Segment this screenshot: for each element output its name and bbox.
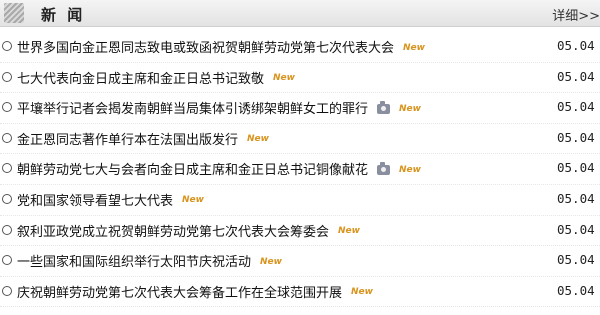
news-item[interactable]: 庆祝朝鲜劳动党第七次代表大会筹备工作在全球范围开展 New 05.04 bbox=[0, 277, 600, 308]
bullet-icon bbox=[2, 285, 12, 296]
bullet-icon bbox=[2, 224, 12, 235]
news-date: 05.04 bbox=[557, 190, 595, 206]
news-date: 05.04 bbox=[557, 282, 595, 298]
news-link[interactable]: 朝鲜劳动党七大与会者向金日成主席和金正日总书记铜像献花 bbox=[17, 163, 368, 178]
news-date: 05.04 bbox=[557, 38, 595, 53]
news-date: 05.04 bbox=[557, 99, 595, 115]
bullet-icon bbox=[2, 255, 12, 266]
section-title: 新 闻 bbox=[41, 6, 86, 24]
news-link[interactable]: 党和国家领导看望七大代表 bbox=[17, 194, 173, 209]
news-list: 世界多国向金正恩同志致电或致函祝贺朝鲜劳动党第七次代表大会 New 05.04 七… bbox=[0, 32, 600, 308]
news-item[interactable]: 七大代表向金日成主席和金正日总书记致敬 New 05.04 bbox=[0, 63, 600, 94]
news-date: 05.04 bbox=[557, 160, 595, 176]
news-link[interactable]: 平壤举行记者会揭发南朝鲜当局集体引诱绑架朝鲜女工的罪行 bbox=[17, 102, 368, 117]
new-badge: New bbox=[247, 134, 269, 145]
news-date: 05.04 bbox=[557, 221, 595, 237]
bullet-icon bbox=[2, 132, 12, 143]
news-item[interactable]: 一些国家和国际组织举行太阳节庆祝活动 New 05.04 bbox=[0, 246, 600, 277]
more-link[interactable]: 详细>> bbox=[552, 5, 600, 24]
news-link[interactable]: 七大代表向金日成主席和金正日总书记致敬 bbox=[17, 72, 264, 87]
news-header: 新 闻 详细>> bbox=[0, 0, 600, 27]
news-item[interactable]: 金正恩同志著作单行本在法国出版发行 New 05.04 bbox=[0, 124, 600, 155]
new-badge: New bbox=[399, 164, 421, 175]
new-badge: New bbox=[338, 226, 360, 237]
news-link[interactable]: 世界多国向金正恩同志致电或致函祝贺朝鲜劳动党第七次代表大会 bbox=[17, 41, 394, 56]
news-link[interactable]: 叙利亚政党成立祝贺朝鲜劳动党第七次代表大会筹委会 bbox=[17, 225, 329, 240]
news-date: 05.04 bbox=[557, 68, 595, 84]
news-item[interactable]: 平壤举行记者会揭发南朝鲜当局集体引诱绑架朝鲜女工的罪行 New 05.04 bbox=[0, 93, 600, 124]
section-logo-icon bbox=[4, 3, 24, 23]
bullet-icon bbox=[2, 163, 12, 174]
news-item[interactable]: 党和国家领导看望七大代表 New 05.04 bbox=[0, 185, 600, 216]
news-link[interactable]: 庆祝朝鲜劳动党第七次代表大会筹备工作在全球范围开展 bbox=[17, 286, 342, 301]
news-date: 05.04 bbox=[557, 129, 595, 145]
new-badge: New bbox=[273, 73, 295, 84]
new-badge: New bbox=[399, 103, 421, 114]
news-date: 05.04 bbox=[557, 252, 595, 268]
bullet-icon bbox=[2, 102, 12, 113]
new-badge: New bbox=[403, 42, 425, 53]
news-item[interactable]: 世界多国向金正恩同志致电或致函祝贺朝鲜劳动党第七次代表大会 New 05.04 bbox=[0, 32, 600, 63]
news-link[interactable]: 一些国家和国际组织举行太阳节庆祝活动 bbox=[17, 255, 251, 270]
camera-icon bbox=[377, 100, 391, 114]
bullet-icon bbox=[2, 41, 12, 51]
news-link[interactable]: 金正恩同志著作单行本在法国出版发行 bbox=[17, 133, 238, 148]
new-badge: New bbox=[351, 287, 373, 298]
news-item[interactable]: 朝鲜劳动党七大与会者向金日成主席和金正日总书记铜像献花 New 05.04 bbox=[0, 154, 600, 185]
news-item[interactable]: 叙利亚政党成立祝贺朝鲜劳动党第七次代表大会筹委会 New 05.04 bbox=[0, 216, 600, 247]
bullet-icon bbox=[2, 193, 12, 204]
bullet-icon bbox=[2, 71, 12, 82]
camera-icon bbox=[377, 161, 391, 175]
new-badge: New bbox=[260, 256, 282, 267]
new-badge: New bbox=[182, 195, 204, 206]
